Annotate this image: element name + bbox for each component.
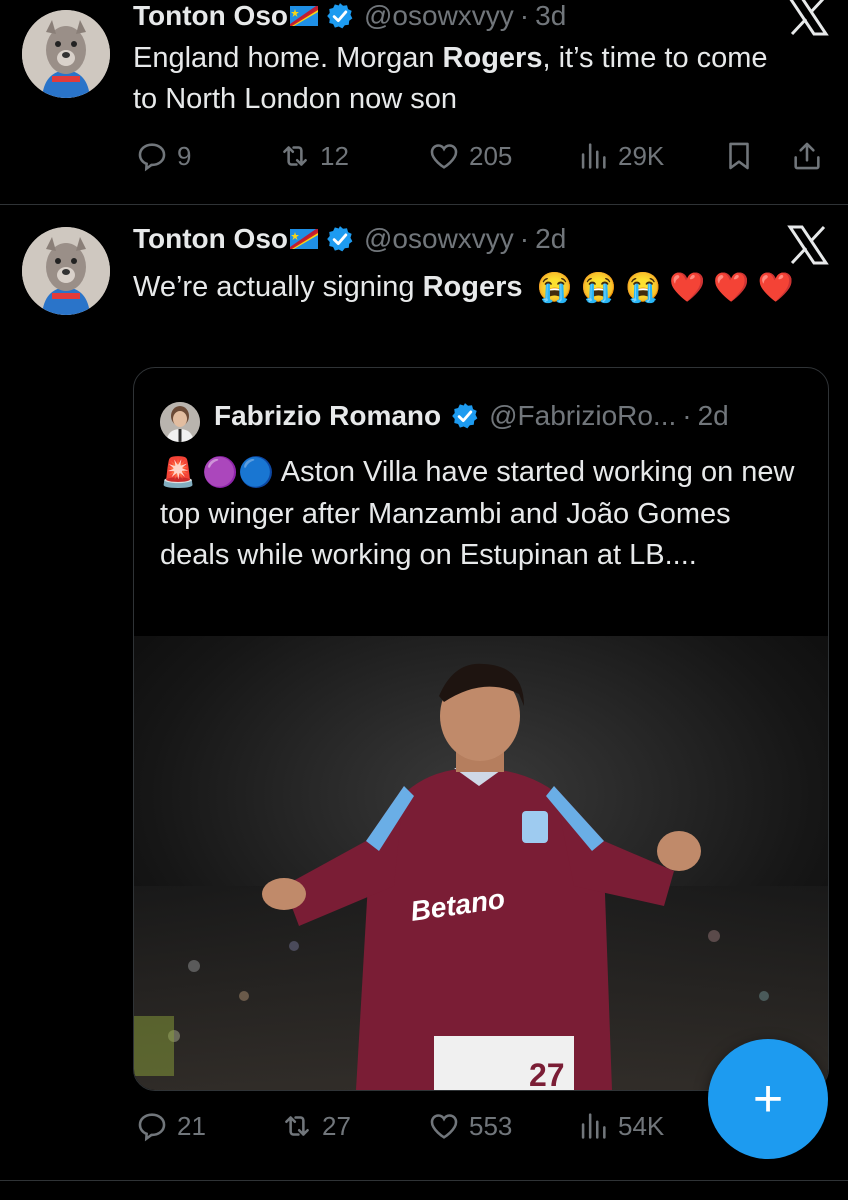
tweet-divider	[0, 1180, 848, 1181]
purple-circle-emoji: 🟣	[202, 456, 239, 489]
verified-badge-icon	[327, 3, 353, 29]
shirt-number: 27	[529, 1057, 565, 1090]
text-highlight: Rogers	[422, 271, 523, 303]
flag-icon	[290, 229, 318, 249]
text-segment: England home. Morgan	[133, 42, 443, 74]
like-count: 205	[469, 140, 513, 171]
heart-icon	[430, 144, 458, 169]
plus-icon: +	[752, 1070, 784, 1128]
repost-icon	[283, 146, 307, 166]
avatar[interactable]	[160, 402, 200, 442]
x-logo-icon	[787, 225, 829, 265]
heart-emoji: ❤️	[713, 271, 750, 304]
avatar[interactable]	[22, 10, 110, 98]
reply-count: 21	[177, 1110, 206, 1141]
views-icon	[581, 143, 606, 169]
repost-count: 12	[320, 140, 349, 171]
bookmark-button[interactable]	[722, 139, 764, 173]
bookmark-icon	[729, 142, 749, 170]
tweet-actions: 9 12 205 29K	[0, 134, 848, 178]
timestamp[interactable]: 2d	[535, 223, 566, 255]
views-icon	[581, 1113, 606, 1139]
tweet-text: We’re actually signing Rogers 😭 😭 😭 ❤️ ❤…	[133, 267, 813, 309]
quoted-tweet[interactable]: Fabrizio Romano @FabrizioRo... · 2d 🚨 🟣🔵 …	[133, 367, 829, 1091]
separator: ·	[682, 400, 692, 431]
heart-emoji: ❤️	[757, 271, 794, 304]
heart-icon	[430, 1114, 458, 1139]
author-name[interactable]: Fabrizio Romano	[214, 400, 441, 432]
like-button[interactable]: 553	[427, 1109, 512, 1143]
crying-emoji: 😭	[580, 271, 617, 304]
repost-button[interactable]: 12	[278, 139, 349, 173]
media-photo[interactable]: Betano 27	[134, 636, 828, 1090]
views-count: 54K	[618, 1110, 665, 1141]
tweet-1[interactable]: Tonton Oso @osowxvyy · 3d England home. …	[0, 0, 848, 200]
x-logo-icon	[789, 0, 829, 36]
flag-icon	[290, 6, 318, 26]
reply-icon	[138, 1113, 166, 1142]
like-button[interactable]: 205	[427, 139, 512, 173]
share-button[interactable]	[790, 139, 832, 173]
tweet-text: England home. Morgan Rogers, it’s time t…	[133, 38, 793, 120]
text-highlight: Rogers	[442, 42, 543, 74]
timestamp[interactable]: 2d	[698, 400, 729, 432]
repost-count: 27	[322, 1110, 351, 1141]
reply-icon	[138, 143, 166, 172]
views-button[interactable]: 54K	[576, 1109, 664, 1143]
heart-emoji: ❤️	[669, 271, 706, 304]
reply-button[interactable]: 21	[135, 1109, 206, 1143]
views-button[interactable]: 29K	[576, 139, 664, 173]
reply-button[interactable]: 9	[135, 139, 191, 173]
author-name[interactable]: Tonton Oso	[133, 0, 288, 32]
siren-emoji: 🚨	[160, 456, 197, 489]
verified-badge-icon	[452, 403, 478, 429]
reply-count: 9	[177, 140, 192, 171]
quoted-text: 🚨 🟣🔵 Aston Villa have started working on …	[160, 452, 800, 576]
timestamp[interactable]: 3d	[535, 0, 566, 32]
crying-emoji: 😭	[536, 271, 573, 304]
share-icon	[794, 142, 820, 170]
separator: ·	[519, 0, 530, 31]
separator: ·	[519, 223, 530, 254]
verified-badge-icon	[327, 226, 353, 252]
compose-button[interactable]: +	[708, 1039, 828, 1159]
repost-icon	[285, 1116, 309, 1136]
author-handle[interactable]: @FabrizioRo...	[489, 400, 676, 432]
blue-circle-emoji: 🔵	[238, 456, 275, 489]
crying-emoji: 😭	[624, 271, 662, 304]
views-count: 29K	[618, 140, 665, 171]
like-count: 553	[469, 1110, 513, 1141]
author-handle[interactable]: @osowxvyy	[364, 223, 514, 255]
repost-button[interactable]: 27	[280, 1109, 351, 1143]
text-segment: We’re actually signing	[133, 271, 423, 303]
author-name[interactable]: Tonton Oso	[133, 223, 288, 255]
author-handle[interactable]: @osowxvyy	[364, 0, 514, 32]
avatar[interactable]	[22, 227, 110, 315]
